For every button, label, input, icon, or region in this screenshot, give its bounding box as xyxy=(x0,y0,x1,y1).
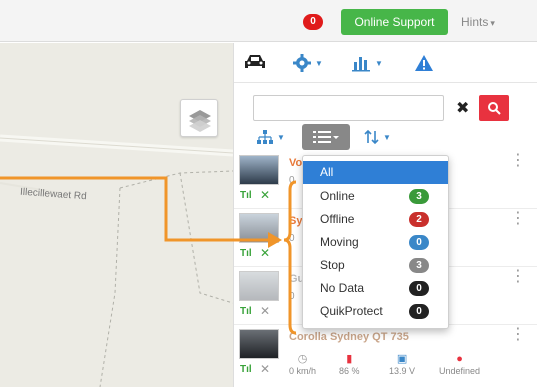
speed-value: 0 km/h xyxy=(289,366,317,376)
dropdown-item-quikprotect[interactable]: QuikProtect 0 xyxy=(303,300,448,323)
more-options-icon[interactable]: ⋮ xyxy=(510,153,526,169)
layers-button[interactable] xyxy=(180,99,218,137)
dropdown-item-stop[interactable]: Stop 3 xyxy=(303,254,448,277)
signal-icon: Tıl xyxy=(240,306,252,317)
signal-icon: Tıl xyxy=(240,364,252,375)
gps-icon: ✕ xyxy=(260,246,271,260)
hints-menu[interactable]: Hints ▾ xyxy=(461,15,495,29)
chevron-down-icon: ▼ xyxy=(383,132,391,142)
list-icon xyxy=(313,131,339,143)
vehicle-speed: 0 xyxy=(289,233,295,244)
gps-icon: ✕ xyxy=(260,304,271,318)
vehicle-thumbnail xyxy=(239,271,279,301)
dropdown-item-no-data[interactable]: No Data 0 xyxy=(303,277,448,300)
driver-icon: ● xyxy=(456,353,463,365)
chevron-down-icon: ▾ xyxy=(490,18,495,28)
fuel-value: 86 % xyxy=(339,366,360,376)
count-badge: 0 xyxy=(409,304,429,319)
battery-value: 13.9 V xyxy=(389,366,416,376)
tab-alerts[interactable] xyxy=(414,51,434,75)
count-badge: 2 xyxy=(409,212,429,227)
tab-reports[interactable]: ▼ xyxy=(352,51,383,75)
vehicle-stats: ◷ 0 km/h ▮ 86 % ▣ 13.9 V ● Undefined xyxy=(289,353,529,383)
dropdown-item-all[interactable]: All xyxy=(303,161,448,184)
dropdown-item-label: All xyxy=(320,165,334,179)
battery-icon: ▣ xyxy=(396,353,408,365)
more-options-icon[interactable]: ⋮ xyxy=(510,269,526,285)
alert-icon xyxy=(415,55,433,71)
driver-value: Undefined xyxy=(439,366,481,376)
bar-chart-icon xyxy=(352,57,370,72)
filter-toolbar: ▼ ▼ xyxy=(234,123,537,151)
hierarchy-icon xyxy=(257,130,273,144)
clear-search-icon[interactable]: ✖ xyxy=(456,98,469,118)
chevron-down-icon: ▼ xyxy=(315,58,323,68)
panel-tabs: ▼ ▼ xyxy=(234,43,537,83)
map-roads xyxy=(0,134,233,387)
gear-icon xyxy=(293,54,311,72)
tab-settings[interactable]: ▼ xyxy=(292,51,323,75)
gps-icon: ✕ xyxy=(260,188,271,202)
notification-badge[interactable]: 0 xyxy=(303,14,323,30)
signal-icon: Tıl xyxy=(240,190,252,201)
status-filter-button[interactable] xyxy=(302,124,350,150)
vehicle-thumbnail xyxy=(239,213,279,243)
signal-icon: Tıl xyxy=(240,248,252,259)
hints-label: Hints xyxy=(461,15,489,29)
driver-stat: ● Undefined xyxy=(439,353,480,376)
vehicle-name: Corolla Sydney QT 735 xyxy=(289,331,409,343)
battery-stat: ▣ 13.9 V xyxy=(389,353,415,376)
tab-vehicles[interactable] xyxy=(244,51,284,75)
search-icon xyxy=(488,102,501,115)
fuel-stat: ▮ 86 % xyxy=(339,353,360,376)
vehicle-thumbnail xyxy=(239,329,279,359)
dropdown-item-label: Stop xyxy=(320,258,345,272)
dropdown-item-label: Offline xyxy=(320,212,355,226)
vehicle-thumbnail xyxy=(239,155,279,185)
vehicle-row[interactable]: Tıl ✕ Corolla Sydney QT 735 ⋮ ◷ 0 km/h ▮… xyxy=(234,325,537,387)
speedometer-icon: ◷ xyxy=(297,353,308,365)
dropdown-item-moving[interactable]: Moving 0 xyxy=(303,231,448,254)
dropdown-item-label: Moving xyxy=(320,235,359,249)
dropdown-item-offline[interactable]: Offline 2 xyxy=(303,208,448,231)
vehicle-name: Vo xyxy=(289,157,303,169)
search-input[interactable] xyxy=(253,95,444,121)
group-filter-button[interactable]: ▼ xyxy=(256,127,285,147)
more-options-icon[interactable]: ⋮ xyxy=(510,327,526,343)
dropdown-item-label: QuikProtect xyxy=(320,304,383,318)
count-badge: 0 xyxy=(409,281,429,296)
dropdown-item-online[interactable]: Online 3 xyxy=(303,185,448,208)
status-filter-dropdown: All Online 3 Offline 2 Moving 0 Stop 3 N… xyxy=(302,155,449,329)
map-view[interactable]: Illecillewaet Rd xyxy=(0,43,233,387)
vehicle-name: Sy xyxy=(289,215,303,227)
layers-icon xyxy=(189,110,211,132)
dropdown-item-label: Online xyxy=(320,189,355,203)
online-support-button[interactable]: Online Support xyxy=(341,9,448,35)
vehicle-speed: 0 xyxy=(289,175,295,186)
sort-button[interactable]: ▼ xyxy=(364,127,391,147)
count-badge: 3 xyxy=(409,258,429,273)
speed-stat: ◷ 0 km/h xyxy=(289,353,316,376)
chevron-down-icon: ▼ xyxy=(277,132,285,142)
gps-icon: ✕ xyxy=(260,362,271,376)
dropdown-item-label: No Data xyxy=(320,281,365,295)
more-options-icon[interactable]: ⋮ xyxy=(510,211,526,227)
search-button[interactable] xyxy=(479,95,509,121)
sort-icon xyxy=(364,129,379,145)
count-badge: 0 xyxy=(409,235,429,250)
chevron-down-icon: ▼ xyxy=(375,58,383,68)
fuel-icon: ▮ xyxy=(346,353,353,365)
count-badge: 3 xyxy=(409,189,429,204)
top-bar: 0 Online Support Hints ▾ xyxy=(0,0,537,42)
vehicle-speed: 0 xyxy=(289,291,295,302)
car-icon xyxy=(245,55,265,68)
